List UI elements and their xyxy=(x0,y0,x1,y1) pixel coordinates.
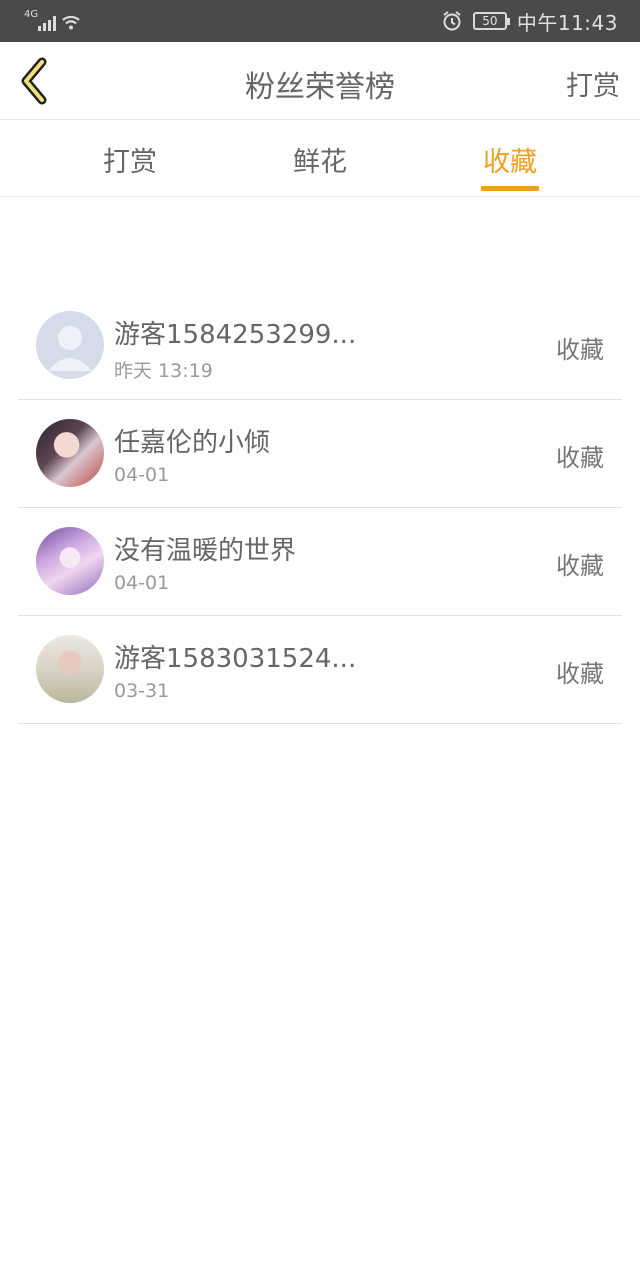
timestamp: 04-01 xyxy=(114,572,170,594)
user-photo-avatar xyxy=(36,419,104,487)
user-name: 游客1584253299... xyxy=(114,320,357,350)
timestamp: 03-31 xyxy=(114,680,170,702)
user-name: 任嘉伦的小倾 xyxy=(114,428,271,458)
status-right: 50 中午11:43 xyxy=(441,0,618,42)
signal-wifi-icon xyxy=(38,15,80,31)
tab-reward[interactable]: 打赏 xyxy=(75,140,185,179)
list-item[interactable]: 没有温暖的世界 04-01 收藏 xyxy=(18,508,622,616)
status-time: 中午11:43 xyxy=(516,10,618,35)
page-title: 粉丝荣誉榜 xyxy=(245,70,395,105)
list-item[interactable]: 游客1583031524... 03-31 收藏 xyxy=(18,616,622,724)
list-item[interactable]: 游客1584253299... 昨天 13:19 收藏 xyxy=(18,292,622,400)
header: 粉丝荣誉榜 打赏 xyxy=(0,42,640,120)
user-name: 游客1583031524... xyxy=(114,644,357,674)
user-photo-avatar xyxy=(36,635,104,703)
user-name: 没有温暖的世界 xyxy=(114,536,297,566)
tab-bar: 打赏 鲜花 收藏 xyxy=(0,120,640,197)
fan-list: 游客1584253299... 昨天 13:19 收藏 任嘉伦的小倾 04-01… xyxy=(18,292,622,724)
timestamp: 昨天 13:19 xyxy=(114,360,213,382)
action-type: 收藏 xyxy=(556,444,604,472)
list-item[interactable]: 任嘉伦的小倾 04-01 收藏 xyxy=(18,400,622,508)
alarm-icon xyxy=(443,11,461,31)
action-type: 收藏 xyxy=(556,552,604,580)
status-bar: 4G 50 中午11:43 xyxy=(0,0,640,42)
active-tab-indicator xyxy=(481,186,539,191)
tab-flowers[interactable]: 鲜花 xyxy=(265,140,375,179)
battery-icon: 50 xyxy=(472,12,510,30)
action-type: 收藏 xyxy=(556,336,604,364)
timestamp: 04-01 xyxy=(114,464,170,486)
tab-favorites[interactable]: 收藏 xyxy=(455,140,565,179)
anime-avatar xyxy=(36,527,104,595)
default-user-avatar xyxy=(36,311,104,379)
action-type: 收藏 xyxy=(556,660,604,688)
reward-button[interactable]: 打赏 xyxy=(566,64,620,103)
user-silhouette-icon xyxy=(48,326,92,371)
